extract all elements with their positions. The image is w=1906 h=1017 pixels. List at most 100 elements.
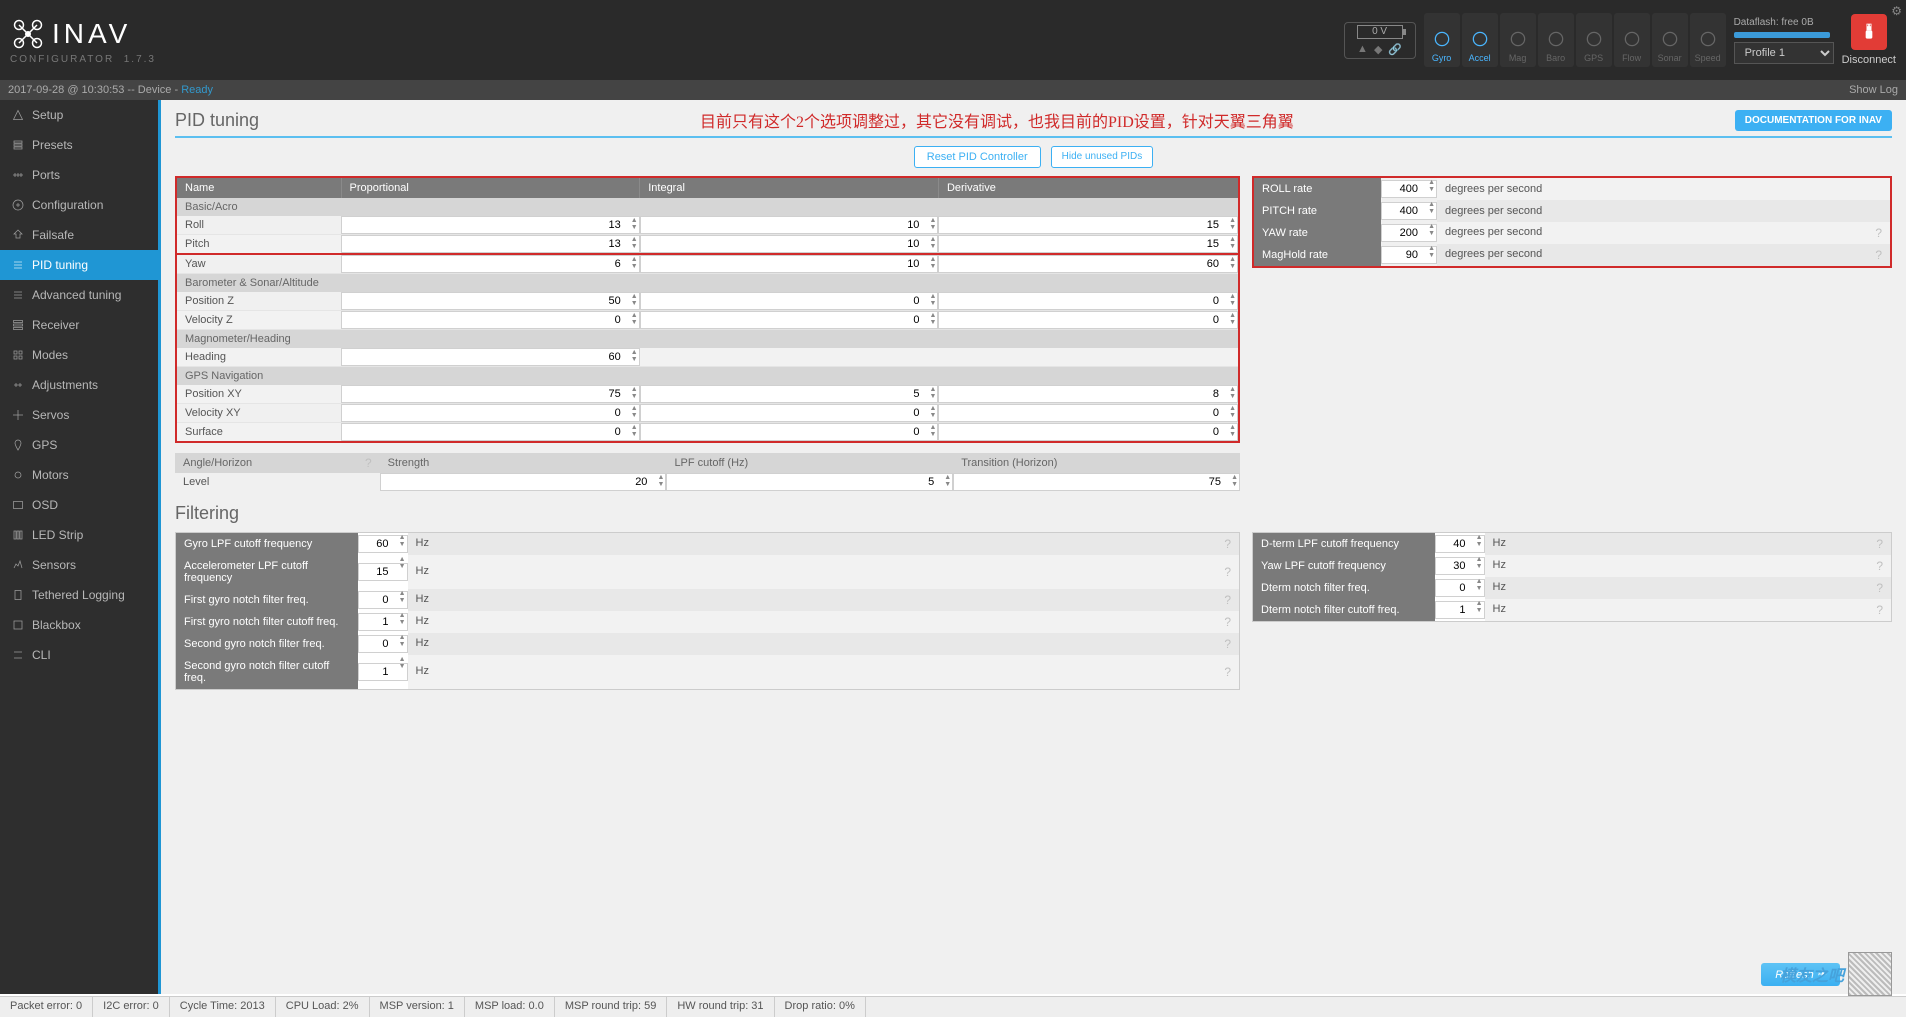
pid-velocity-z-i-input[interactable] (640, 311, 939, 329)
sidebar-item-presets[interactable]: Presets (0, 130, 158, 160)
footer: Packet error: 0 I2C error: 0 Cycle Time:… (0, 996, 1906, 1017)
sidebar-item-modes[interactable]: Modes (0, 340, 158, 370)
reset-pid-button[interactable]: Reset PID Controller (914, 146, 1041, 168)
disconnect-label: Disconnect (1842, 54, 1896, 66)
pid-surface-p-input[interactable] (341, 423, 640, 441)
rates-table: ROLL rate▲▼degrees per secondPITCH rate▲… (1252, 176, 1892, 268)
sidebar-item-configuration[interactable]: Configuration (0, 190, 158, 220)
pid-pitch-p-input[interactable] (341, 235, 640, 253)
refresh-button[interactable]: Refresh ✈ (1761, 963, 1840, 986)
pitch-rate-input[interactable] (1381, 202, 1437, 220)
level-lpf-input[interactable] (666, 473, 953, 491)
level-strength-input[interactable] (380, 473, 667, 491)
pid-velocity-xy-d-input[interactable] (938, 404, 1238, 422)
logo-area: INAV CONFIGURATOR 1.7.3 (10, 16, 156, 65)
pid-yaw-p-input[interactable] (341, 255, 640, 273)
second-gyro-notch-filter-freq--input[interactable] (358, 635, 408, 653)
hide-unused-pids-button[interactable]: Hide unused PIDs (1051, 146, 1154, 168)
sidebar-item-pid-tuning[interactable]: PID tuning (0, 250, 158, 280)
disconnect-area[interactable]: Disconnect (1842, 14, 1896, 66)
pid-position-xy-d-input[interactable] (938, 385, 1238, 403)
pid-yaw-d-input[interactable] (938, 255, 1238, 273)
sidebar-item-osd[interactable]: OSD (0, 490, 158, 520)
maghold-rate-input[interactable] (1381, 246, 1437, 264)
pid-position-z-p-input[interactable] (341, 292, 640, 310)
roll-rate-input[interactable] (1381, 180, 1437, 198)
dataflash-bar (1734, 32, 1830, 38)
app-subtitle: CONFIGURATOR 1.7.3 (10, 54, 156, 65)
settings-icon[interactable]: ⚙ (1891, 4, 1902, 18)
profile-select[interactable]: Profile 1 (1734, 42, 1834, 64)
status-bar: 2017-09-28 @ 10:30:53 -- Device - Ready … (0, 80, 1906, 100)
pid-velocity-xy-i-input[interactable] (640, 404, 939, 422)
topbar: ⚙ INAV CONFIGURATOR 1.7.3 0 V ▲ ◆ 🔗 Gyro… (0, 0, 1906, 80)
d-term-lpf-cutoff-frequency-input[interactable] (1435, 535, 1485, 553)
documentation-button[interactable]: DOCUMENTATION FOR INAV (1735, 110, 1892, 131)
annotation-text: 目前只有这个2个选项调整过，其它没有调试，也我目前的PID设置，针对天翼三角翼 (700, 108, 1294, 132)
sidebar-item-tethered-logging[interactable]: Tethered Logging (0, 580, 158, 610)
disconnect-button[interactable] (1851, 14, 1887, 50)
yaw-rate-input[interactable] (1381, 224, 1437, 242)
pid-heading-p-input[interactable] (341, 348, 640, 366)
sensor-indicators: GyroAccelMagBaroGPSFlowSonarSpeed (1424, 13, 1726, 67)
sidebar-item-setup[interactable]: Setup (0, 100, 158, 130)
gyro-lpf-cutoff-frequency-input[interactable] (358, 535, 408, 553)
pid-position-xy-i-input[interactable] (640, 385, 939, 403)
sensor-flow: Flow (1614, 13, 1650, 67)
pid-velocity-z-p-input[interactable] (341, 311, 640, 329)
sidebar-item-motors[interactable]: Motors (0, 460, 158, 490)
pid-velocity-xy-p-input[interactable] (341, 404, 640, 422)
qr-code (1848, 952, 1892, 994)
footer-cycle-time: Cycle Time: 2013 (170, 997, 276, 1017)
pid-position-z-i-input[interactable] (640, 292, 939, 310)
pid-yaw-i-input[interactable] (640, 255, 939, 273)
second-gyro-notch-filter-cutoff-freq--input[interactable] (358, 663, 408, 681)
pid-roll-i-input[interactable] (640, 216, 939, 234)
level-transition-input[interactable] (953, 473, 1240, 491)
filters-left-table: Gyro LPF cutoff frequency▲▼Hz?Accelerome… (175, 532, 1240, 690)
battery-indicator: 0 V ▲ ◆ 🔗 (1344, 22, 1416, 59)
dataflash-box: Dataflash: free 0B Profile 1 (1734, 17, 1834, 64)
level-name: Level (175, 473, 340, 491)
pid-pitch-i-input[interactable] (640, 235, 939, 253)
pid-position-xy-p-input[interactable] (341, 385, 640, 403)
pid-position-z-d-input[interactable] (938, 292, 1238, 310)
pid-roll-d-input[interactable] (938, 216, 1238, 234)
sidebar-item-blackbox[interactable]: Blackbox (0, 610, 158, 640)
dataflash-label: Dataflash: free 0B (1734, 17, 1834, 28)
pid-roll-p-input[interactable] (341, 216, 640, 234)
pid-table: NameProportionalIntegralDerivativeBasic/… (175, 176, 1240, 443)
dterm-notch-filter-cutoff-freq--input[interactable] (1435, 601, 1485, 619)
first-gyro-notch-filter-freq--input[interactable] (358, 591, 408, 609)
accelerometer-lpf-cutoff-frequency-input[interactable] (358, 563, 408, 581)
filters-right-table: D-term LPF cutoff frequency▲▼Hz?Yaw LPF … (1252, 532, 1892, 622)
show-log-link[interactable]: Show Log (1849, 84, 1898, 96)
sidebar-item-receiver[interactable]: Receiver (0, 310, 158, 340)
sidebar-item-ports[interactable]: Ports (0, 160, 158, 190)
footer-msp-roundtrip: MSP round trip: 59 (555, 997, 668, 1017)
sensor-mag: Mag (1500, 13, 1536, 67)
help-icon[interactable]: ? (365, 456, 372, 470)
sidebar-item-cli[interactable]: CLI (0, 640, 158, 670)
sidebar-item-gps[interactable]: GPS (0, 430, 158, 460)
link-icon: 🔗 (1388, 43, 1402, 56)
sensor-gps: GPS (1576, 13, 1612, 67)
sidebar-item-advanced-tuning[interactable]: Advanced tuning (0, 280, 158, 310)
pid-velocity-z-d-input[interactable] (938, 311, 1238, 329)
sensor-accel: Accel (1462, 13, 1498, 67)
sidebar-item-adjustments[interactable]: Adjustments (0, 370, 158, 400)
inav-logo-icon (10, 16, 46, 52)
pid-pitch-d-input[interactable] (938, 235, 1238, 253)
sidebar-item-led-strip[interactable]: LED Strip (0, 520, 158, 550)
dterm-notch-filter-freq--input[interactable] (1435, 579, 1485, 597)
sidebar-item-sensors[interactable]: Sensors (0, 550, 158, 580)
sensor-gyro: Gyro (1424, 13, 1460, 67)
sensor-sonar: Sonar (1652, 13, 1688, 67)
pid-surface-i-input[interactable] (640, 423, 939, 441)
pid-surface-d-input[interactable] (938, 423, 1238, 441)
sidebar-item-servos[interactable]: Servos (0, 400, 158, 430)
yaw-lpf-cutoff-frequency-input[interactable] (1435, 557, 1485, 575)
content-area: PID tuning 目前只有这个2个选项调整过，其它没有调试，也我目前的PID… (158, 100, 1906, 994)
sidebar-item-failsafe[interactable]: Failsafe (0, 220, 158, 250)
first-gyro-notch-filter-cutoff-freq--input[interactable] (358, 613, 408, 631)
